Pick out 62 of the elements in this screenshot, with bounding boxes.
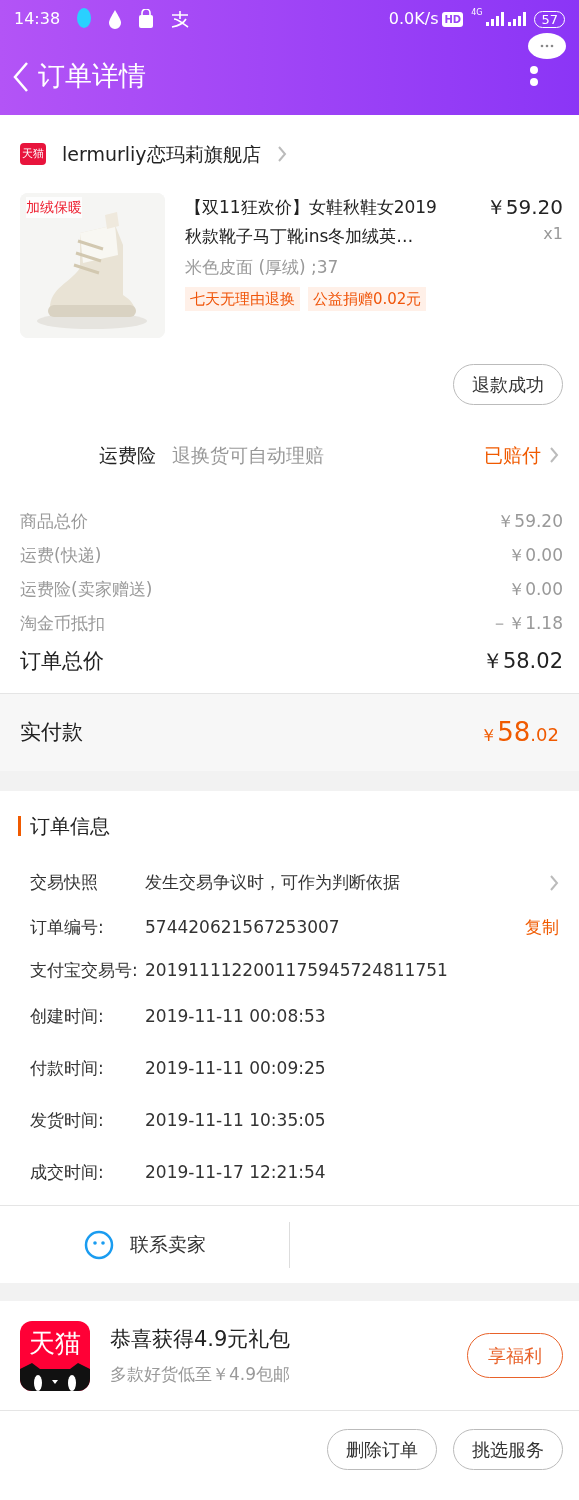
- chevron-right-icon: [549, 446, 559, 464]
- price-value: －￥1.18: [491, 612, 563, 636]
- image-tag: 加绒保暖: [26, 197, 82, 218]
- menu-icon[interactable]: [527, 32, 567, 88]
- net-speed: 0.0K/s: [388, 8, 439, 30]
- info-value: 2019111122001175945724811751: [145, 959, 448, 983]
- price-label: 商品总价: [20, 510, 88, 534]
- info-value: 发生交易争议时，可作为判断依据: [145, 871, 400, 895]
- price-value: ￥0.00: [508, 544, 563, 568]
- insurance-description: 退换货可自动理赔: [172, 442, 324, 468]
- price-label: 订单总价: [20, 648, 104, 676]
- back-icon[interactable]: [12, 60, 30, 93]
- copy-link[interactable]: 复制: [525, 915, 559, 941]
- info-value: 2019-11-11 00:09:25: [145, 1057, 326, 1081]
- service-tag: 七天无理由退换: [185, 286, 300, 311]
- product-title[interactable]: 【双11狂欢价】女鞋秋鞋女2019秋款靴子马丁靴ins冬加绒英…: [185, 193, 451, 251]
- section-title: 订单信息: [18, 816, 110, 836]
- info-label: 发货时间:: [29, 1109, 105, 1133]
- insurance-label: 运费险: [99, 442, 156, 468]
- page-title: 订单详情: [38, 59, 146, 94]
- hd-badge: HD: [442, 11, 464, 27]
- drop-icon: [108, 9, 123, 29]
- signal-icon: [508, 12, 527, 26]
- network-type: 4G: [471, 7, 483, 19]
- price-label: 运费(快递): [20, 544, 102, 568]
- promo-title: 恭喜获得4.9元礼包: [110, 1326, 292, 1353]
- product-quantity: x1: [542, 223, 563, 245]
- product-sku: 米色皮面 (厚绒) ;37: [185, 256, 340, 279]
- info-value: 2019-11-11 10:35:05: [145, 1109, 326, 1133]
- tmall-logo: 天猫: [20, 1320, 90, 1391]
- info-value: 574420621567253007: [145, 916, 340, 940]
- paid-amount: ￥58.02: [480, 716, 559, 749]
- info-value: 2019-11-17 12:21:54: [145, 1161, 326, 1185]
- price-value: ￥59.20: [497, 510, 563, 534]
- signal-icon: [486, 12, 505, 26]
- info-label: 成交时间:: [29, 1161, 105, 1185]
- store-badge: 天猫: [20, 142, 46, 166]
- contact-seller-button[interactable]: 联系卖家: [0, 1221, 290, 1268]
- status-time: 14:38: [14, 8, 61, 30]
- chevron-right-icon: [549, 874, 559, 892]
- info-label: 付款时间:: [29, 1057, 105, 1081]
- service-tag: 公益捐赠0.02元: [308, 286, 427, 311]
- paid-label: 实付款: [20, 718, 83, 746]
- price-value: ￥58.02: [481, 648, 563, 676]
- info-label: 交易快照: [29, 871, 99, 895]
- price-label: 运费险(卖家赠送): [20, 578, 153, 602]
- bag-icon: [138, 9, 155, 29]
- product-price: ￥59.20: [485, 194, 563, 221]
- info-label: 订单编号:: [29, 916, 105, 940]
- order-action-button[interactable]: 删除订单: [327, 1429, 437, 1470]
- info-value: 2019-11-11 00:08:53: [145, 1005, 326, 1029]
- promo-subtitle: 多款好货低至￥4.9包邮: [110, 1362, 292, 1386]
- payment-app-icon: [170, 10, 191, 28]
- chevron-right-icon: [276, 145, 287, 163]
- order-action-button[interactable]: 挑选服务: [453, 1429, 563, 1470]
- price-value: ￥0.00: [508, 578, 563, 602]
- price-label: 淘金币抵扣: [20, 612, 105, 636]
- refund-status-button[interactable]: 退款成功: [453, 364, 563, 405]
- chat-face-icon: [83, 1229, 114, 1260]
- info-label: 创建时间:: [29, 1005, 105, 1029]
- store-name[interactable]: lermurliy恋玛莉旗舰店: [62, 139, 261, 169]
- info-label: 支付宝交易号:: [29, 959, 139, 983]
